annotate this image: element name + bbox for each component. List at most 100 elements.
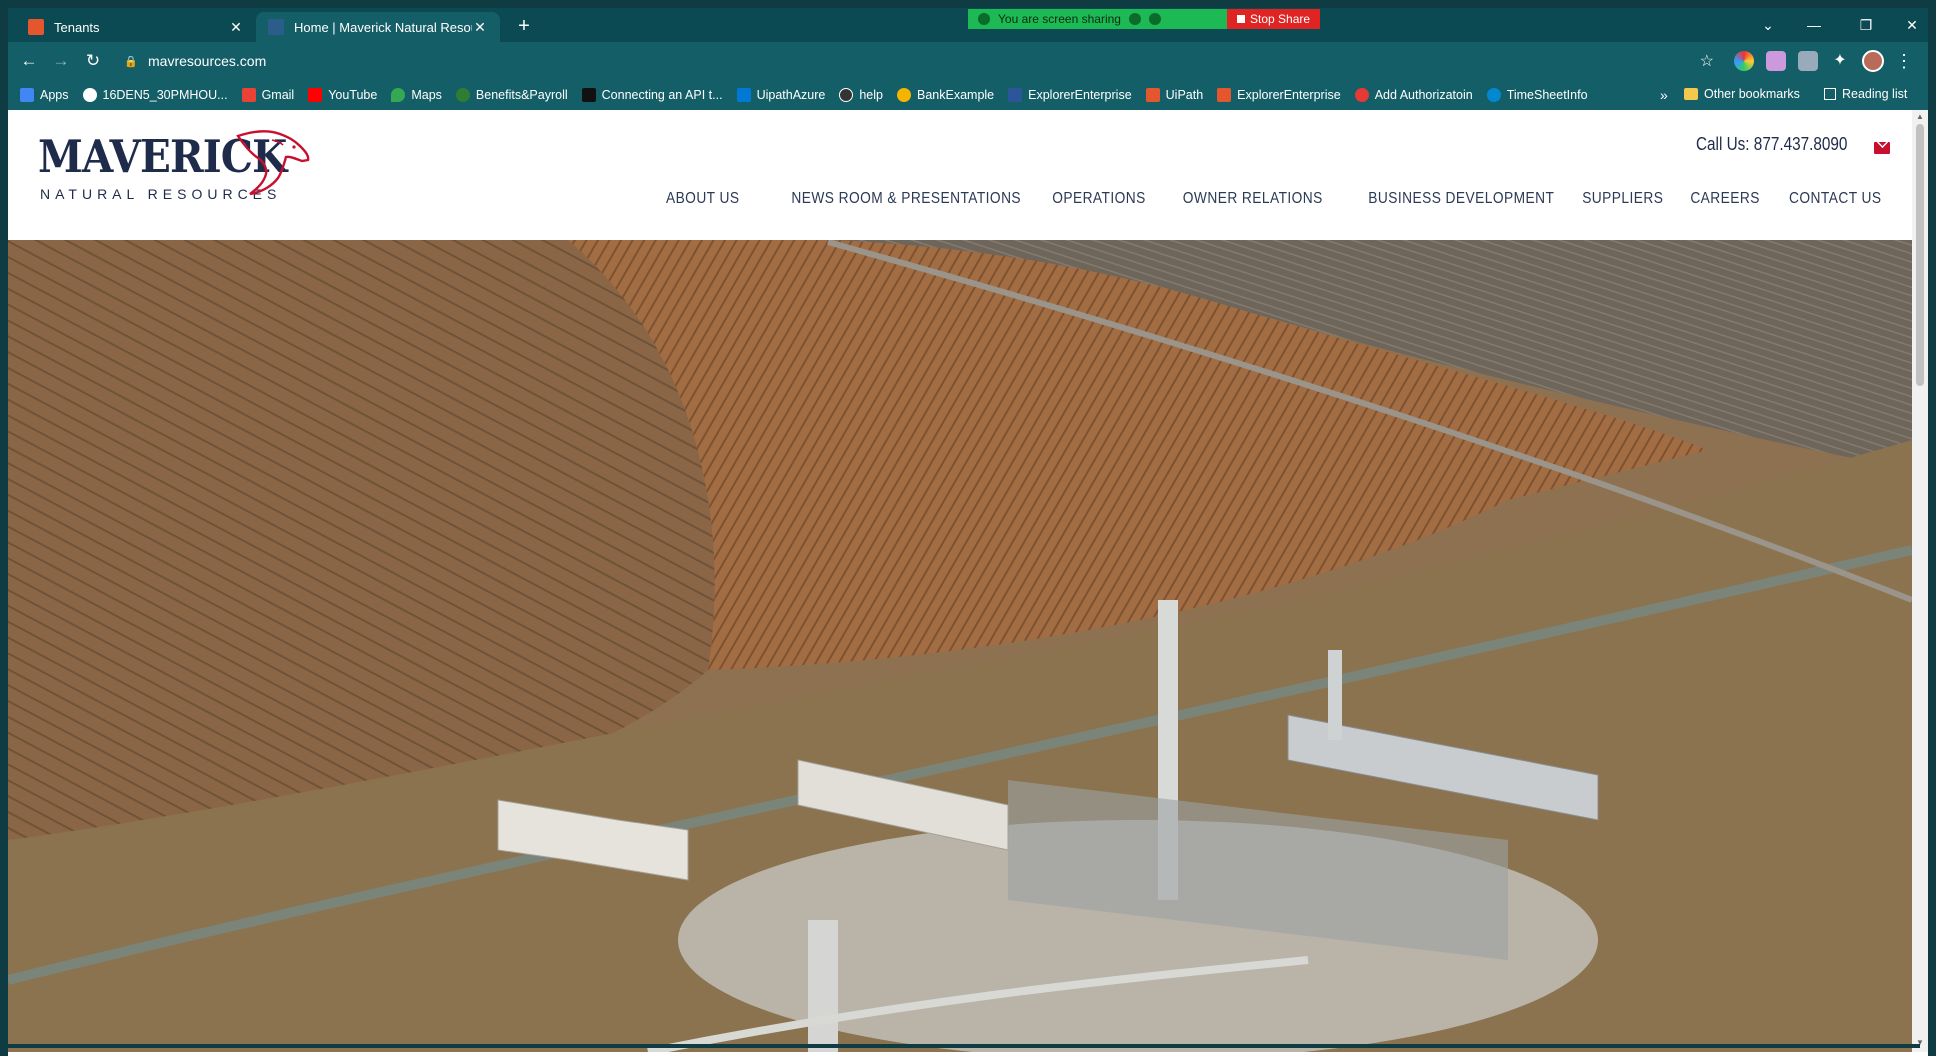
tab-search-button[interactable]: ⌄ <box>1748 12 1788 38</box>
more-bookmarks-chevron-icon[interactable]: » <box>1660 87 1668 103</box>
uipath-icon <box>1217 88 1232 102</box>
bookmark-label: Gmail <box>261 88 295 102</box>
nav-contact-us[interactable]: CONTACT US <box>1790 190 1882 208</box>
cloud-icon <box>1486 88 1501 102</box>
bookmark-item[interactable]: Add Authorizatoin <box>1354 88 1473 102</box>
maverick-logo[interactable]: MAVERICK NATURAL RESOURCES <box>38 130 310 210</box>
bookmark-item[interactable]: TimeSheetInfo <box>1486 88 1588 102</box>
bookmark-label: Connecting an API t... <box>601 88 723 102</box>
restore-button[interactable]: ❐ <box>1846 12 1886 38</box>
bookmark-label: Maps <box>411 88 442 102</box>
bookmark-item[interactable]: Gmail <box>241 88 295 102</box>
screen-share-text: You are screen sharing <box>998 12 1121 26</box>
extension-icon[interactable] <box>1766 51 1786 71</box>
github-icon <box>839 88 854 102</box>
page-scrollbar[interactable]: ▲ ▼ <box>1912 110 1928 1052</box>
bookmark-label: Add Authorizatoin <box>1374 88 1473 102</box>
more-menu-icon[interactable]: ⋮ <box>1894 48 1914 74</box>
bookmark-item[interactable]: YouTube <box>308 88 377 102</box>
bookmark-item[interactable]: ExplorerEnterprise <box>1008 88 1132 102</box>
bookmark-label: BankExample <box>917 88 995 102</box>
nav-owner-relations[interactable]: OWNER RELATIONS <box>1183 190 1323 208</box>
dollar-icon <box>455 88 470 102</box>
bookmark-item[interactable]: UipathAzure <box>736 88 826 102</box>
web-page: MAVERICK NATURAL RESOURCES Call Us: 877.… <box>8 110 1912 1052</box>
tab-maverick-home[interactable]: Home | Maverick Natural Resour ✕ <box>256 12 500 42</box>
puzzle-extensions-icon[interactable]: ✦ <box>1830 51 1850 71</box>
shield-icon <box>1148 13 1161 25</box>
gmail-icon <box>241 88 256 102</box>
forward-button[interactable]: → <box>48 48 74 74</box>
nav-careers[interactable]: CAREERS <box>1690 190 1760 208</box>
reload-button[interactable]: ↻ <box>80 48 106 74</box>
hero-aerial-image <box>8 240 1912 1052</box>
reading-list[interactable]: Reading list <box>1824 87 1907 101</box>
bookmark-item[interactable]: Maps <box>391 88 442 102</box>
close-icon[interactable]: ✕ <box>228 19 244 36</box>
tab-tenants[interactable]: Tenants ✕ <box>16 12 256 42</box>
new-tab-button[interactable]: + <box>512 15 536 39</box>
window-close-button[interactable]: ✕ <box>1892 12 1928 38</box>
folder-icon <box>1684 88 1698 100</box>
bookmark-label: TimeSheetInfo <box>1506 88 1588 102</box>
tab-title: Home | Maverick Natural Resour <box>294 19 472 35</box>
bookmark-label: Apps <box>40 88 69 102</box>
horse-head-logo-icon <box>236 130 310 196</box>
reading-list-label: Reading list <box>1842 87 1908 101</box>
stop-share-button[interactable]: Stop Share <box>1227 9 1321 29</box>
call-us-phone[interactable]: Call Us: 877.437.8090 <box>1696 134 1847 155</box>
close-icon[interactable]: ✕ <box>472 19 488 36</box>
other-bookmarks-folder[interactable]: Other bookmarks <box>1684 87 1800 101</box>
nav-operations[interactable]: OPERATIONS <box>1052 190 1145 208</box>
scrollbar-thumb[interactable] <box>1916 124 1924 386</box>
bookmark-label: help <box>859 88 883 102</box>
minimize-button[interactable]: — <box>1794 12 1834 38</box>
cloud-icon <box>1128 13 1141 25</box>
bookmark-label: ExplorerEnterprise <box>1028 88 1132 102</box>
screen-share-message: You are screen sharing <box>968 9 1227 29</box>
bookmark-star-icon[interactable]: ☆ <box>1700 51 1714 71</box>
bookmark-item[interactable]: Connecting an API t... <box>581 88 723 102</box>
tab-title: Tenants <box>54 19 100 35</box>
profile-avatar[interactable] <box>1862 50 1884 72</box>
other-bookmarks-label: Other bookmarks <box>1704 87 1800 101</box>
screen-share-bar: You are screen sharing Stop Share <box>968 9 1321 29</box>
bookmark-item[interactable]: Benefits&Payroll <box>455 88 568 102</box>
bookmark-label: UipathAzure <box>756 88 826 102</box>
taskbar-edge <box>0 1044 1920 1048</box>
main-nav: ABOUT US NEWS ROOM & PRESENTATIONS OPERA… <box>639 190 1882 208</box>
bookmark-label: Benefits&Payroll <box>475 88 568 102</box>
extension-icon[interactable] <box>1798 51 1818 71</box>
address-bar[interactable]: 🔒 mavresources.com ☆ <box>110 46 1726 76</box>
auth-icon <box>1354 88 1369 102</box>
bank-icon <box>897 88 911 102</box>
bookmark-item[interactable]: ExplorerEnterprise <box>1217 88 1341 102</box>
youtube-icon <box>308 88 323 102</box>
nav-about-us[interactable]: ABOUT US <box>666 190 740 208</box>
browser-toolbar: ← → ↻ 🔒 mavresources.com ☆ ✦ ⋮ <box>8 42 1928 80</box>
bookmark-label: YouTube <box>328 88 378 102</box>
bookmarks-bar: Apps 16DEN5_30PMHOU... Gmail YouTube Map… <box>8 80 1928 110</box>
back-button[interactable]: ← <box>16 48 42 74</box>
bookmark-item[interactable]: help <box>839 88 883 102</box>
bookmark-label: 16DEN5_30PMHOU... <box>102 88 228 102</box>
bookmark-item[interactable]: BankExample <box>897 88 994 102</box>
medium-icon <box>581 88 596 102</box>
apps-grid-icon <box>20 88 34 102</box>
nav-business-development[interactable]: BUSINESS DEVELOPMENT <box>1368 190 1554 208</box>
azure-icon <box>736 88 751 102</box>
stop-icon <box>1237 15 1245 23</box>
color-extension-icon[interactable] <box>1734 51 1754 71</box>
share-icon <box>978 13 990 25</box>
nav-suppliers[interactable]: SUPPLIERS <box>1583 190 1664 208</box>
globe-icon <box>82 88 97 102</box>
envelope-icon[interactable] <box>1874 142 1890 154</box>
scroll-up-arrow-icon[interactable]: ▲ <box>1916 112 1924 121</box>
url-text[interactable]: mavresources.com <box>148 53 266 69</box>
nav-news-room[interactable]: NEWS ROOM & PRESENTATIONS <box>792 190 1022 208</box>
bookmark-item[interactable]: 16DEN5_30PMHOU... <box>82 88 228 102</box>
lock-icon[interactable]: 🔒 <box>124 55 138 68</box>
bookmark-item[interactable]: UiPath <box>1145 88 1203 102</box>
browser-window: Tenants ✕ Home | Maverick Natural Resour… <box>8 8 1928 1056</box>
bookmark-apps[interactable]: Apps <box>20 88 69 102</box>
